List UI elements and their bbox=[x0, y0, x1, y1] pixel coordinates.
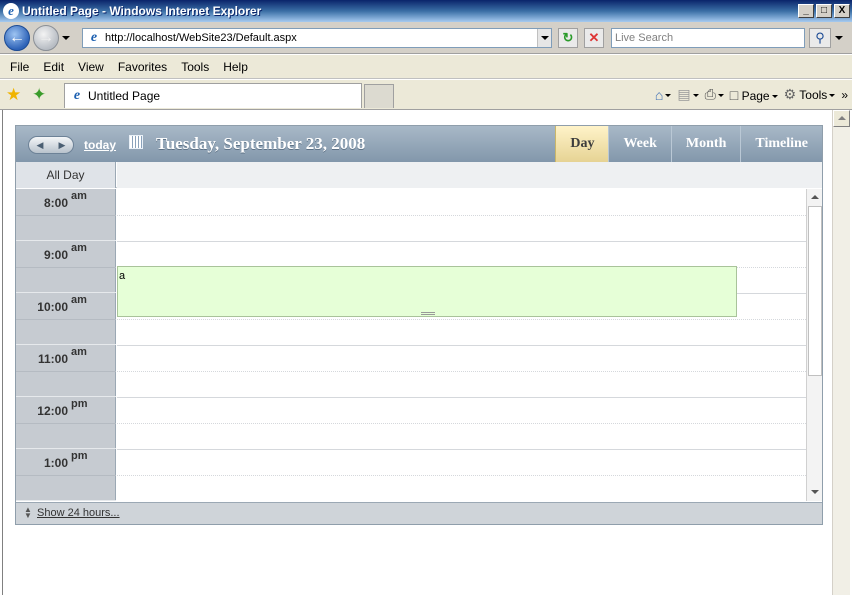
date-navigation: ◀ ▶ bbox=[28, 136, 74, 154]
search-button[interactable]: ⚲ bbox=[809, 28, 831, 48]
all-day-slot[interactable] bbox=[117, 162, 822, 188]
appointment-resize-handle[interactable] bbox=[421, 312, 435, 315]
address-url[interactable]: http://localhost/WebSite23/Default.aspx bbox=[105, 32, 537, 44]
time-grid: 8:00 am 9:00 am 10:00 am 11:00 am 12:00 bbox=[16, 189, 822, 501]
expand-arrows-icon: ▲ ▼ bbox=[24, 505, 32, 520]
add-favorites-icon[interactable]: ✦ bbox=[32, 85, 46, 105]
scheduler-footer: ▲ ▼ Show 24 hours... bbox=[16, 502, 822, 524]
tools-menu[interactable]: ⚙ Tools bbox=[784, 86, 836, 103]
hour-label-12pm: 12:00 pm bbox=[16, 397, 116, 449]
page-menu-label: Page bbox=[741, 88, 770, 103]
hour-text: 12:00 bbox=[37, 404, 68, 418]
tab-week[interactable]: Week bbox=[608, 126, 670, 162]
page-scroll-up-button[interactable] bbox=[833, 110, 850, 127]
chevron-more-icon[interactable]: » bbox=[841, 88, 848, 102]
scroll-down-arrow-icon[interactable] bbox=[807, 485, 822, 501]
ampm-text: pm bbox=[71, 398, 88, 410]
ampm-text: pm bbox=[71, 450, 88, 462]
ampm-text: am bbox=[71, 346, 87, 358]
search-input[interactable]: Live Search bbox=[611, 28, 805, 48]
all-day-row: All Day bbox=[16, 162, 822, 188]
hour-label-8am: 8:00 am bbox=[16, 189, 116, 241]
new-tab-button[interactable] bbox=[364, 84, 394, 108]
hour-text: 9:00 bbox=[43, 248, 68, 262]
page-scrollbar[interactable] bbox=[832, 110, 850, 595]
tools-menu-label: Tools bbox=[799, 88, 828, 102]
tab-timeline[interactable]: Timeline bbox=[740, 126, 822, 162]
today-link[interactable]: today bbox=[84, 138, 116, 152]
feeds-icon[interactable]: ▤ bbox=[677, 86, 699, 103]
hour-text: 1:00 bbox=[43, 456, 68, 470]
tab-day[interactable]: Day bbox=[555, 126, 609, 162]
appointment-subject: a bbox=[119, 270, 126, 282]
hour-label-11am: 11:00 am bbox=[16, 345, 116, 397]
command-bar: ⌂ ▤ ⎙ □ Page ⚙ Tools » bbox=[655, 86, 848, 103]
window-controls: _ □ X bbox=[798, 4, 850, 18]
time-column: 8:00 am 9:00 am 10:00 am 11:00 am 12:00 bbox=[16, 189, 116, 501]
tab-label: Untitled Page bbox=[88, 89, 161, 103]
history-dropdown-icon[interactable] bbox=[62, 36, 70, 40]
menu-bar: File Edit View Favorites Tools Help bbox=[0, 55, 852, 79]
scroll-up-arrow-icon[interactable] bbox=[807, 189, 822, 205]
maximize-button[interactable]: □ bbox=[816, 4, 832, 18]
gear-icon: ⚙ bbox=[783, 86, 797, 102]
page-menu[interactable]: □ Page bbox=[730, 87, 778, 103]
address-dropdown-button[interactable] bbox=[537, 29, 551, 47]
show-24-hours-link[interactable]: Show 24 hours... bbox=[37, 507, 120, 519]
hour-text: 10:00 bbox=[37, 300, 68, 314]
scroll-thumb[interactable] bbox=[808, 206, 822, 376]
hour-text: 11:00 bbox=[37, 352, 68, 366]
calendar-icon[interactable] bbox=[129, 135, 143, 149]
hour-text: 8:00 bbox=[43, 196, 68, 210]
tab-month[interactable]: Month bbox=[670, 126, 740, 162]
stop-button[interactable]: ✕ bbox=[584, 28, 604, 48]
search-options-dropdown-icon[interactable] bbox=[835, 36, 843, 40]
hour-label-1pm: 1:00 pm bbox=[16, 449, 116, 501]
menu-help[interactable]: Help bbox=[216, 60, 255, 74]
time-slots[interactable]: a bbox=[117, 189, 806, 501]
close-button[interactable]: X bbox=[834, 4, 850, 18]
home-icon[interactable]: ⌂ bbox=[655, 87, 672, 103]
tab-page-icon: e bbox=[73, 88, 81, 103]
page-menu-icon: □ bbox=[729, 86, 739, 103]
ampm-text: am bbox=[71, 294, 87, 306]
menu-file[interactable]: File bbox=[3, 60, 36, 74]
address-bar[interactable]: e http://localhost/WebSite23/Default.asp… bbox=[82, 28, 552, 48]
tab-bar: ★ ✦ e Untitled Page ⌂ ▤ ⎙ □ Page ⚙ Tools… bbox=[0, 80, 852, 110]
forward-button[interactable]: → bbox=[33, 25, 59, 51]
date-title: Tuesday, September 23, 2008 bbox=[156, 134, 366, 153]
appointment[interactable]: a bbox=[117, 266, 737, 317]
navigation-bar: ← → e http://localhost/WebSite23/Default… bbox=[0, 22, 852, 54]
menu-tools[interactable]: Tools bbox=[174, 60, 216, 74]
title-bar: e Untitled Page - Windows Internet Explo… bbox=[0, 0, 852, 22]
scheduler: ◀ ▶ today Tuesday, September 23, 2008 Da… bbox=[15, 125, 823, 525]
favorites-star-icon[interactable]: ★ bbox=[6, 85, 21, 105]
view-tabs: Day Week Month Timeline bbox=[555, 126, 822, 162]
all-day-label: All Day bbox=[16, 162, 116, 188]
hour-label-9am: 9:00 am bbox=[16, 241, 116, 293]
menu-edit[interactable]: Edit bbox=[36, 60, 71, 74]
scheduler-scrollbar[interactable] bbox=[806, 189, 822, 501]
window-title: Untitled Page - Windows Internet Explore… bbox=[22, 4, 262, 18]
previous-day-button[interactable]: ◀ bbox=[29, 137, 51, 153]
ampm-text: am bbox=[71, 242, 87, 254]
refresh-button[interactable]: ↻ bbox=[558, 28, 578, 48]
back-button[interactable]: ← bbox=[4, 25, 30, 51]
print-icon[interactable]: ⎙ bbox=[705, 86, 724, 103]
scheduler-header: ◀ ▶ today Tuesday, September 23, 2008 Da… bbox=[16, 126, 822, 162]
menu-favorites[interactable]: Favorites bbox=[111, 60, 174, 74]
minimize-button[interactable]: _ bbox=[798, 4, 814, 18]
page-icon: e bbox=[90, 30, 98, 45]
next-day-button[interactable]: ▶ bbox=[51, 137, 73, 153]
tab-untitled-page[interactable]: e Untitled Page bbox=[64, 83, 362, 108]
hour-label-10am: 10:00 am bbox=[16, 293, 116, 345]
ie-app-icon: e bbox=[3, 3, 19, 19]
menu-view[interactable]: View bbox=[71, 60, 111, 74]
ampm-text: am bbox=[71, 190, 87, 202]
